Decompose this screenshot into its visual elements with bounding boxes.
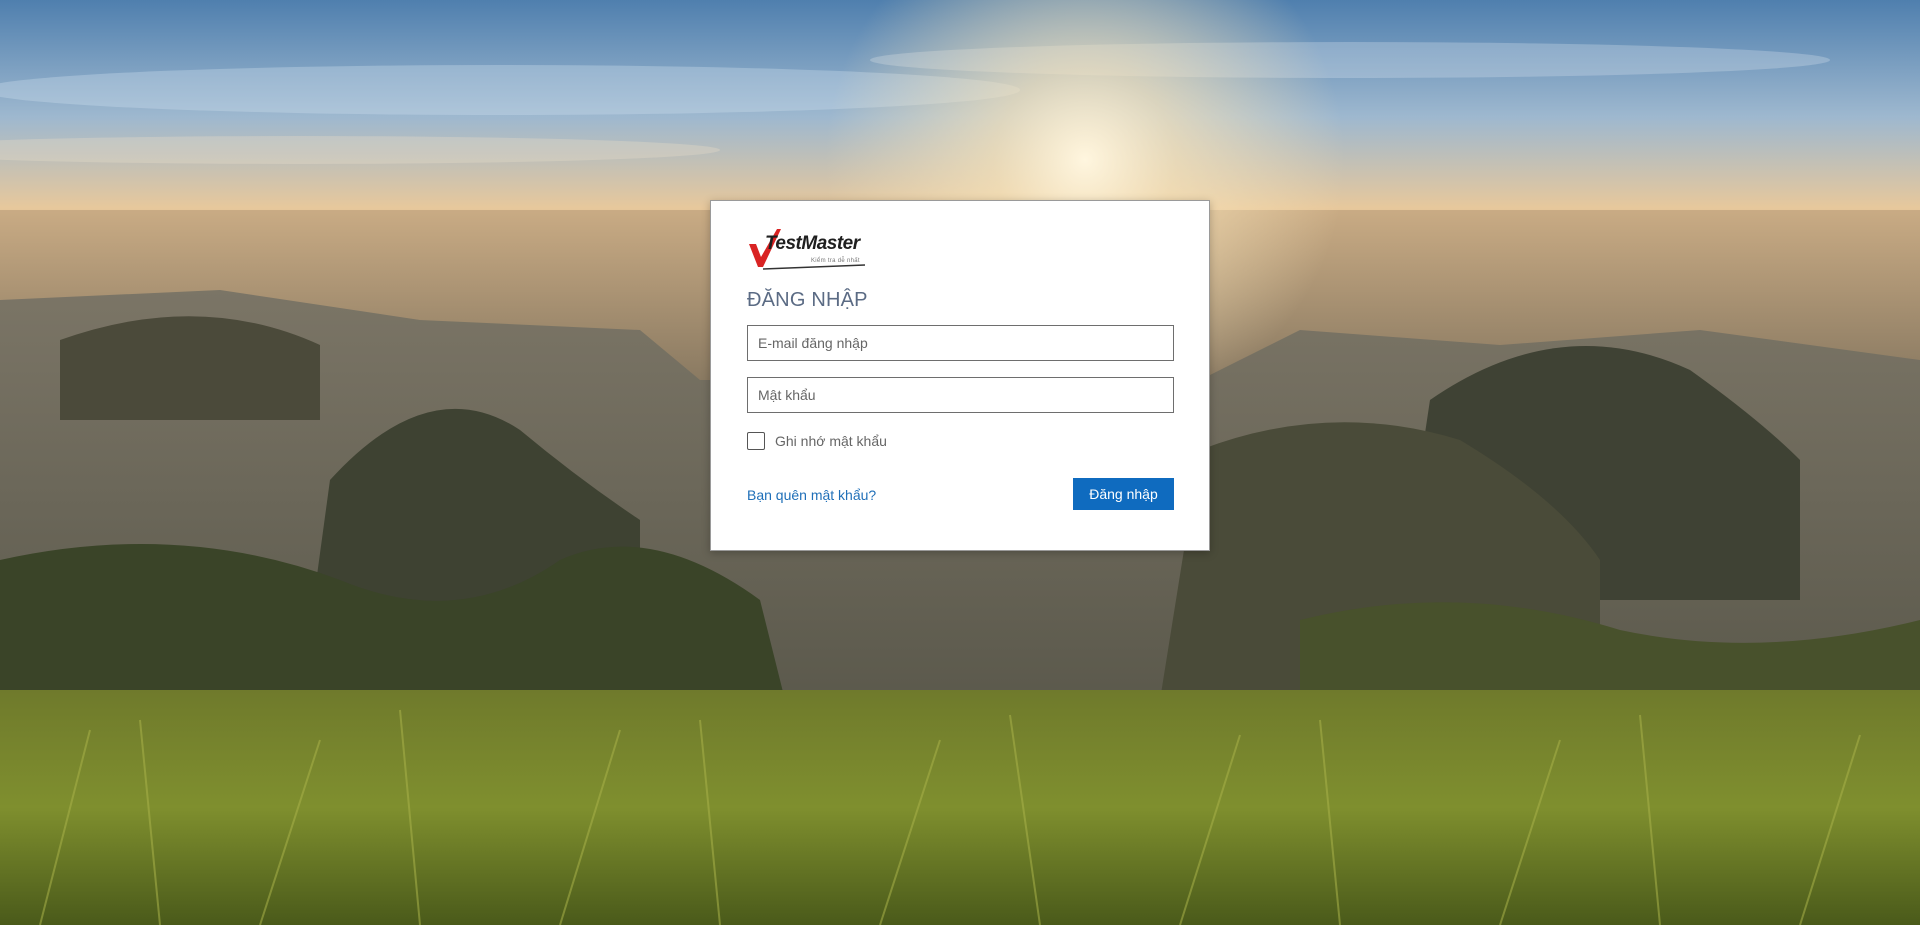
- login-button[interactable]: Đăng nhập: [1073, 478, 1174, 510]
- password-field[interactable]: [747, 377, 1174, 413]
- brand-name: TestMaster: [765, 233, 860, 254]
- forgot-password-link[interactable]: Bạn quên mật khẩu?: [747, 487, 876, 503]
- page-title: ĐĂNG NHẬP: [747, 289, 868, 311]
- remember-label: Ghi nhớ mật khẩu: [775, 433, 887, 449]
- brand-logo: TestMaster Kiểm tra dễ nhất: [747, 227, 871, 275]
- email-field[interactable]: [747, 325, 1174, 361]
- login-card: TestMaster Kiểm tra dễ nhất ĐĂNG NHẬP Gh…: [710, 200, 1210, 551]
- brand-tagline: Kiểm tra dễ nhất: [811, 258, 860, 264]
- remember-checkbox[interactable]: [747, 432, 765, 450]
- remember-password-option[interactable]: Ghi nhớ mật khẩu: [747, 432, 887, 450]
